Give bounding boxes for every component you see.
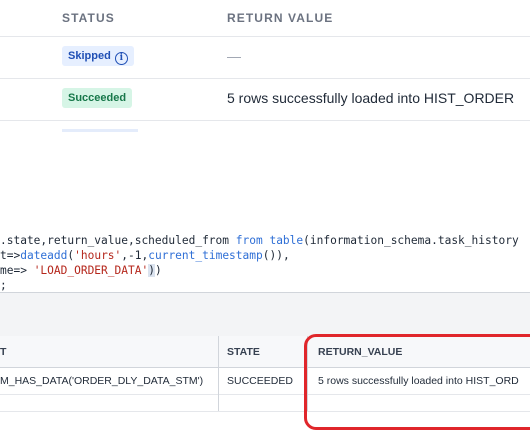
info-icon[interactable]: i bbox=[114, 52, 128, 65]
code-text: ) bbox=[154, 264, 162, 277]
return-value-cell: 5 rows successfully loaded into HIST_ORD… bbox=[227, 90, 515, 106]
code-text: (information_schema.task_history bbox=[303, 234, 519, 247]
highlight-annotation bbox=[304, 334, 530, 430]
code-text: ; bbox=[0, 279, 7, 292]
code-keyword: current_timestamp bbox=[148, 249, 263, 262]
column-header-return-value[interactable]: RETURN VALUE bbox=[227, 11, 333, 25]
code-text: t=> bbox=[0, 249, 21, 262]
status-badge-succeeded: Succeeded bbox=[62, 88, 133, 108]
code-string: 'LOAD_ORDER_DATA' bbox=[33, 264, 149, 277]
bracket-match: ) bbox=[148, 264, 155, 277]
cell-name: M_HAS_DATA('ORDER_DLY_DATA_STM') bbox=[0, 375, 204, 387]
status-badge-label: Skipped bbox=[68, 50, 111, 62]
code-text: me=> bbox=[0, 264, 34, 277]
task-history-table: STATUS RETURN VALUE Skipped i — Succeeded… bbox=[0, 0, 530, 121]
code-text: .state,return_value,scheduled_from bbox=[0, 234, 236, 247]
partial-row-indicator bbox=[62, 129, 138, 132]
code-string: 'hours' bbox=[74, 249, 122, 262]
code-line[interactable]: t=>dateadd('hours',-1,current_timestamp(… bbox=[0, 248, 530, 263]
result-toolbar bbox=[0, 292, 530, 337]
sql-code-editor[interactable]: .state,return_value,scheduled_from from … bbox=[0, 233, 530, 293]
column-header-state[interactable]: STATE bbox=[227, 346, 260, 358]
code-text: ()), bbox=[262, 249, 290, 262]
column-header-status[interactable]: STATUS bbox=[62, 11, 115, 25]
code-keyword: table bbox=[269, 234, 304, 247]
return-value-cell: — bbox=[227, 48, 241, 64]
code-line[interactable]: ; bbox=[0, 278, 530, 293]
code-keyword: from bbox=[235, 234, 263, 247]
status-badge-skipped[interactable]: Skipped i bbox=[62, 46, 134, 66]
column-header-name[interactable]: T bbox=[0, 346, 6, 358]
table-row[interactable]: Skipped i — bbox=[0, 36, 530, 79]
column-divider bbox=[218, 336, 219, 411]
code-line[interactable]: me=> 'LOAD_ORDER_DATA')) bbox=[0, 263, 530, 278]
table-row[interactable]: Succeeded 5 rows successfully loaded int… bbox=[0, 78, 530, 121]
task-history-header: STATUS RETURN VALUE bbox=[0, 0, 530, 37]
code-line[interactable]: .state,return_value,scheduled_from from … bbox=[0, 233, 530, 248]
code-text: ,-1, bbox=[121, 249, 149, 262]
cell-state: SUCCEEDED bbox=[227, 375, 293, 387]
code-keyword: dateadd bbox=[20, 249, 68, 262]
